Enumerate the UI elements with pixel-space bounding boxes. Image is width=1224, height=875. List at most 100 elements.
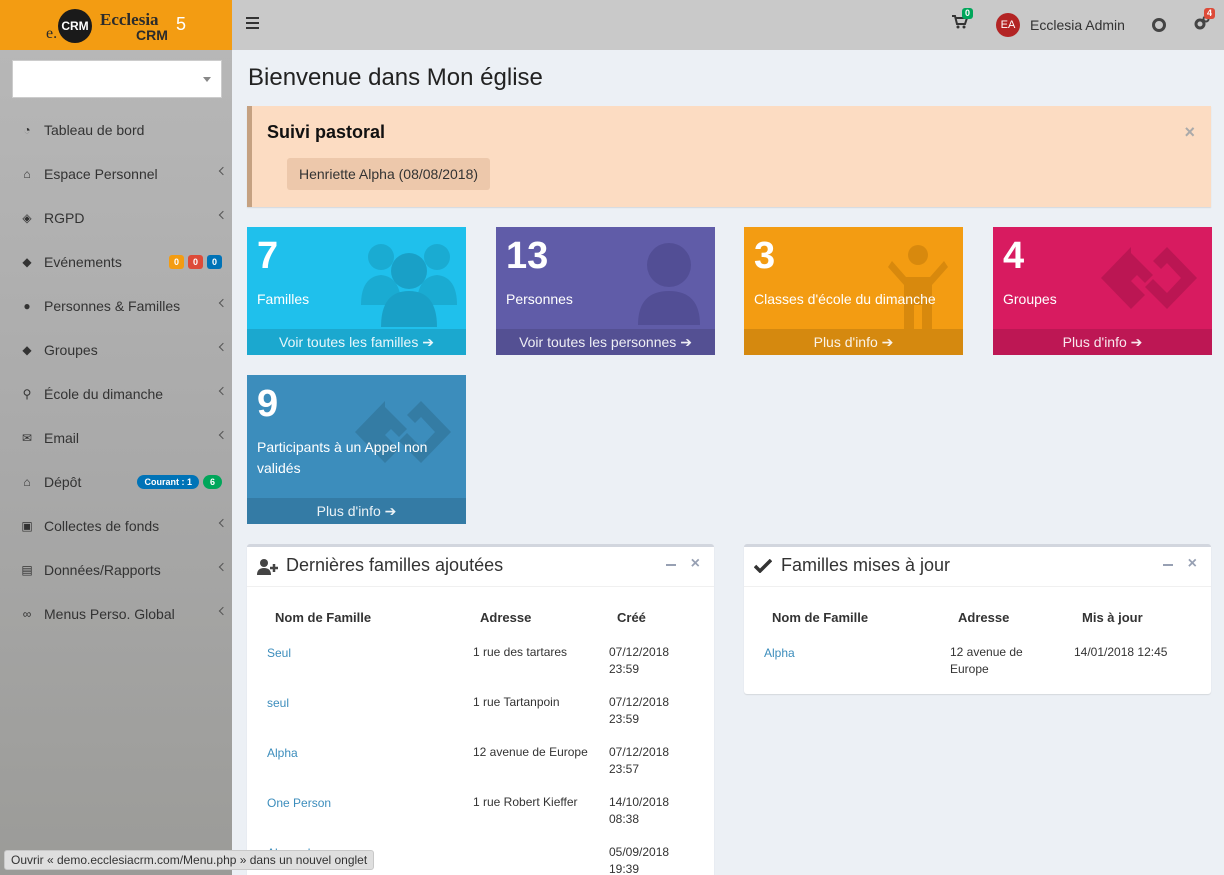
app-logo[interactable]: e. CRM Ecclesia CRM 5 <box>0 0 232 50</box>
panel-header: Dernières familles ajoutées × <box>247 547 714 587</box>
child-icon: ⚲ <box>22 387 32 401</box>
sidebar-search-select[interactable] <box>12 60 222 98</box>
top-navbar: 0 EA Ecclesia Admin 4 <box>232 0 1224 50</box>
family-link[interactable]: One Person <box>267 796 331 810</box>
sidebar-menu: ◔ Tableau de bord ⌂ Espace Personnel ◈ R… <box>0 108 232 636</box>
column-header-updated[interactable]: Mis à jour <box>1082 610 1143 625</box>
sidebar: ◔ Tableau de bord ⌂ Espace Personnel ◈ R… <box>0 50 232 875</box>
sidebar-item-data-reports[interactable]: ▤ Données/Rapports <box>0 548 232 592</box>
family-address: 1 rue des tartares <box>473 645 568 659</box>
column-header-address[interactable]: Adresse <box>958 610 1009 625</box>
child-icon <box>888 245 948 329</box>
family-link[interactable]: Alpha <box>267 746 298 760</box>
sidebar-item-deposit[interactable]: ⌂ Dépôt Courant : 1 6 <box>0 460 232 504</box>
chevron-left-icon <box>218 298 228 308</box>
family-link[interactable]: seul <box>267 696 289 710</box>
arrow-circle-right-icon: ➔ <box>384 503 397 519</box>
users-icon: ● <box>23 299 31 313</box>
view-all-families-link[interactable]: Voir toutes les familles ➔ <box>247 329 466 355</box>
sidebar-item-email[interactable]: ✉ Email <box>0 416 232 460</box>
panel-header: Familles mises à jour × <box>744 547 1211 587</box>
sidebar-item-sunday-school[interactable]: ⚲ École du dimanche <box>0 372 232 416</box>
deposit-current-badge: Courant : 1 <box>137 475 199 489</box>
family-address: 12 avenue de Europe <box>473 745 588 759</box>
envelope-icon: ✉ <box>21 431 33 445</box>
chevron-left-icon <box>218 342 228 352</box>
family-address: 1 rue Tartanpoin <box>473 695 560 709</box>
logo-version: 5 <box>176 14 187 34</box>
ticket-icon: ◆ <box>22 255 32 269</box>
sidebar-item-custom-menus[interactable]: ∞ Menus Perso. Global <box>0 592 232 636</box>
sidebar-item-personal-space[interactable]: ⌂ Espace Personnel <box>0 152 232 196</box>
sidebar-item-label: Tableau de bord <box>44 122 145 138</box>
sunday-school-more-info-link[interactable]: Plus d'info ➔ <box>744 329 963 355</box>
chevron-left-icon <box>218 606 228 616</box>
cart-button[interactable]: 0 <box>952 8 974 33</box>
sidebar-item-dashboard[interactable]: ◔ Tableau de bord <box>0 108 232 152</box>
updated-families-panel: Familles mises à jour × Nom de Famille A… <box>744 544 1211 694</box>
arrow-circle-right-icon: ➔ <box>881 334 894 350</box>
sidebar-item-label: Personnes & Familles <box>44 298 181 314</box>
sidebar-item-fundraising[interactable]: ▣ Collectes de fonds <box>0 504 232 548</box>
families-stat-box: 7 Familles Voir toutes les familles ➔ <box>247 227 466 355</box>
view-all-people-link[interactable]: Voir toutes les personnes ➔ <box>496 329 715 355</box>
families-label: Familles <box>257 291 310 307</box>
family-created-time: 23:59 <box>609 712 640 726</box>
chevron-left-icon <box>218 430 228 440</box>
sidebar-item-label: Evénements <box>44 254 122 270</box>
avatar[interactable]: EA <box>996 13 1020 37</box>
groups-stat-box: 4 Groupes Plus d'info ➔ <box>993 227 1212 355</box>
chevron-left-icon <box>218 518 228 528</box>
family-address: 1 rue Robert Kieffer <box>473 795 578 809</box>
menu-toggle-icon[interactable] <box>246 17 259 29</box>
logo-mark: CRM <box>58 9 92 43</box>
groups-label: Groupes <box>1003 291 1057 307</box>
sunday-school-stat-box: 3 Classes d'école du dimanche Plus d'inf… <box>744 227 963 355</box>
settings-button[interactable]: 4 <box>1194 8 1216 35</box>
column-header-address[interactable]: Adresse <box>480 610 531 625</box>
sidebar-item-groups[interactable]: ◆ Groupes <box>0 328 232 372</box>
money-icon: ▣ <box>21 519 33 533</box>
sidebar-item-rgpd[interactable]: ◈ RGPD <box>0 196 232 240</box>
footer-label: Plus d'info <box>1062 334 1127 350</box>
panel-title: Dernières familles ajoutées <box>286 555 504 575</box>
family-address-line1: 12 avenue de <box>950 645 1023 659</box>
families-count: 7 <box>257 235 279 277</box>
events-badge-orange: 0 <box>168 255 184 269</box>
close-icon[interactable]: × <box>1184 122 1195 143</box>
sidebar-item-people-families[interactable]: ● Personnes & Familles <box>0 284 232 328</box>
user-plus-icon <box>257 559 278 575</box>
footer-label: Plus d'info <box>813 334 878 350</box>
chevron-left-icon <box>218 386 228 396</box>
column-header-family-name[interactable]: Nom de Famille <box>772 610 868 625</box>
sidebar-item-label: RGPD <box>44 210 85 226</box>
arrow-circle-right-icon: ➔ <box>422 334 434 350</box>
sidebar-item-events[interactable]: ◆ Evénements 0 0 0 <box>0 240 232 284</box>
unvalidated-attendance-more-info-link[interactable]: Plus d'info ➔ <box>247 498 466 524</box>
collapse-icon[interactable] <box>666 564 676 566</box>
help-lifebuoy-icon[interactable] <box>1152 18 1166 32</box>
family-link[interactable]: Alpha <box>764 646 795 660</box>
groups-more-info-link[interactable]: Plus d'info ➔ <box>993 329 1212 355</box>
pastoral-followup-item[interactable]: Henriette Alpha (08/08/2018) <box>287 158 491 190</box>
events-badge-red: 0 <box>187 255 203 269</box>
family-address-line2: Europe <box>950 662 989 676</box>
arrow-circle-right-icon: ➔ <box>680 334 692 350</box>
user-name[interactable]: Ecclesia Admin <box>1030 17 1125 33</box>
sidebar-item-label: Espace Personnel <box>44 166 158 182</box>
cart-count-badge: 0 <box>962 8 974 19</box>
people-label: Personnes <box>506 291 573 307</box>
sidebar-item-label: Email <box>44 430 80 446</box>
close-icon[interactable]: × <box>691 555 700 573</box>
column-header-created[interactable]: Créé <box>617 610 646 625</box>
sidebar-item-label: Données/Rapports <box>44 562 161 578</box>
close-icon[interactable]: × <box>1188 555 1197 573</box>
link-icon: ∞ <box>22 607 32 621</box>
family-created-date: 05/09/2018 <box>609 845 670 859</box>
family-link[interactable]: Seul <box>267 646 291 660</box>
column-header-family-name[interactable]: Nom de Famille <box>275 610 371 625</box>
shield-icon: ◈ <box>22 211 32 225</box>
logo-crm: CRM <box>136 27 168 43</box>
family-created-date: 14/10/2018 <box>609 795 670 809</box>
collapse-icon[interactable] <box>1163 564 1173 566</box>
